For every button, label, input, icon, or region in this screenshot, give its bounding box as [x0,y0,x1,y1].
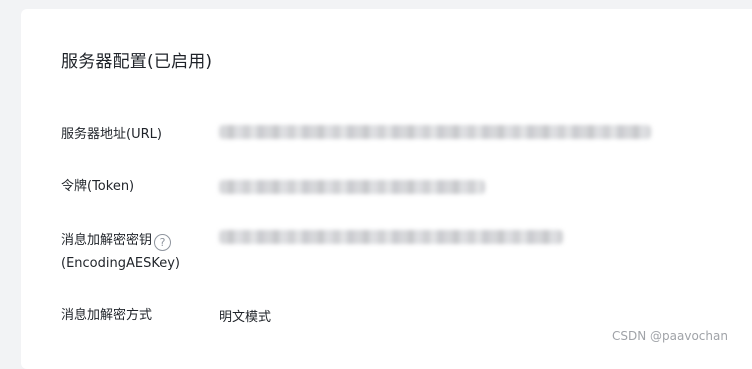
encryption-mode-value: 明文模式 [219,310,272,325]
server-config-card: 服务器配置(已启用) 服务器地址(URL) 令牌(Token) 消息加解密密钥?… [21,9,752,369]
token-value-redacted [219,180,485,194]
aes-key-label-text: 消息加解密密钥 [61,233,153,248]
token-label: 令牌(Token) [61,179,135,194]
aes-key-label-line2: (EncodingAESKey) [61,256,180,271]
server-url-value-redacted [219,125,651,139]
section-title: 服务器配置(已启用) [61,52,213,72]
watermark: CSDN @paavochan [612,329,728,343]
encryption-mode-label: 消息加解密方式 [61,308,153,323]
aes-key-label-line1: 消息加解密密钥? [61,229,180,252]
question-circle-icon[interactable]: ? [154,234,172,251]
server-url-label: 服务器地址(URL) [61,127,162,142]
aes-key-label: 消息加解密密钥? (EncodingAESKey) [61,229,180,275]
aes-key-value-redacted [219,230,563,244]
